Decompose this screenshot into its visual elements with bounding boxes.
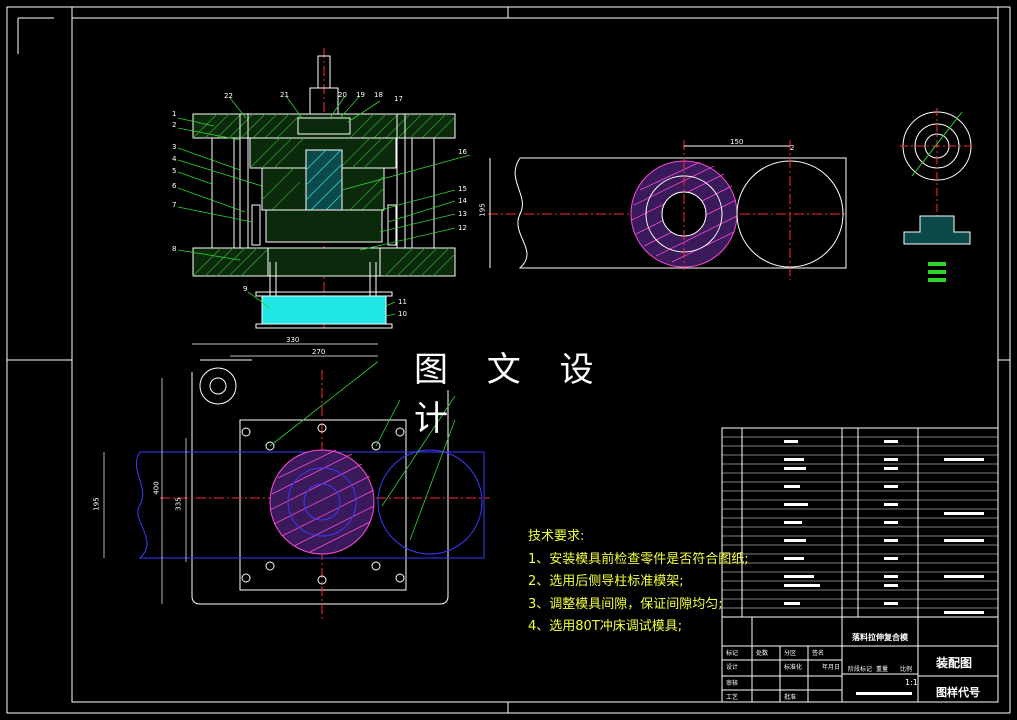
dimension-label: 330	[286, 336, 300, 344]
technical-requirements: 技术要求: 1、安装模具前检查零件是否符合图纸; 2、选用后侧导柱标准模架; 3…	[528, 526, 749, 639]
part-number: 16	[458, 148, 467, 156]
part-number: 21	[280, 91, 289, 99]
watermark-box: 图 文 设 计	[378, 338, 640, 439]
part-number: 17	[394, 95, 403, 103]
drawing-type: 装配图	[936, 656, 973, 670]
part-number: 11	[398, 298, 407, 306]
part-number: 9	[243, 285, 248, 293]
tech-item: 2、选用后侧导柱标准模架;	[528, 574, 684, 589]
row-label: 阶段标记	[848, 666, 873, 673]
row-label: 设计	[726, 664, 739, 671]
part-number: 14	[458, 197, 467, 205]
dimension-label: 2	[790, 144, 795, 152]
tech-item: 1、安装模具前检查零件是否符合图纸;	[528, 551, 749, 567]
row-label: 比例	[900, 666, 913, 673]
part-number: 15	[458, 185, 467, 193]
part-number: 7	[172, 201, 177, 209]
row-label: 重量	[876, 666, 889, 673]
part-number: 19	[356, 91, 365, 99]
part-number: 20	[338, 91, 347, 99]
dimension-label: 150	[730, 138, 744, 146]
product-name: 落料拉伸复合模	[852, 633, 908, 642]
row-label: 工艺	[726, 694, 739, 701]
row-label: 标记	[726, 650, 739, 657]
dimension-label: 195	[92, 497, 101, 511]
row-label: 处数	[756, 650, 769, 657]
strip-layout	[488, 140, 847, 280]
lower-die-plate	[192, 247, 456, 277]
tech-item: 3、调整模具间隙，保证间隙均匀;	[528, 596, 723, 612]
part-number: 6	[172, 182, 177, 190]
row-label: 签名	[812, 650, 825, 657]
part-number: 22	[224, 92, 233, 100]
part-number: 1	[172, 110, 177, 118]
watermark-text: 图 文 设 计	[414, 350, 608, 439]
dimension-label: 270	[312, 348, 326, 356]
part-number: 18	[374, 91, 383, 99]
part-number: 8	[172, 245, 177, 253]
dimension-label: 400	[152, 481, 161, 495]
part-number: 13	[458, 210, 467, 218]
row-label: 批准	[784, 694, 797, 701]
part-number: 12	[458, 224, 467, 232]
part-number: 2	[172, 121, 177, 129]
part-number: 4	[172, 155, 177, 163]
row-label: 年月日	[822, 664, 841, 671]
tech-item: 4、选用80T冲床调试模具;	[528, 619, 683, 634]
scale-value: 1:1	[905, 678, 918, 687]
part-number: 10	[398, 310, 407, 318]
section-view	[177, 48, 471, 330]
tech-title: 技术要求:	[528, 529, 585, 544]
row-label: 标准化	[784, 664, 803, 671]
part-detail	[900, 108, 975, 282]
row-label: 分区	[784, 650, 797, 657]
part-number: 3	[172, 143, 177, 151]
dimension-label: 335	[174, 497, 183, 511]
rubber-buffer	[261, 295, 387, 325]
dimension-label: 195	[478, 203, 487, 217]
row-label: 审核	[726, 680, 739, 687]
part-number: 5	[172, 167, 177, 175]
drawing-code: 图样代号	[936, 686, 980, 699]
bom-rows	[722, 436, 998, 609]
